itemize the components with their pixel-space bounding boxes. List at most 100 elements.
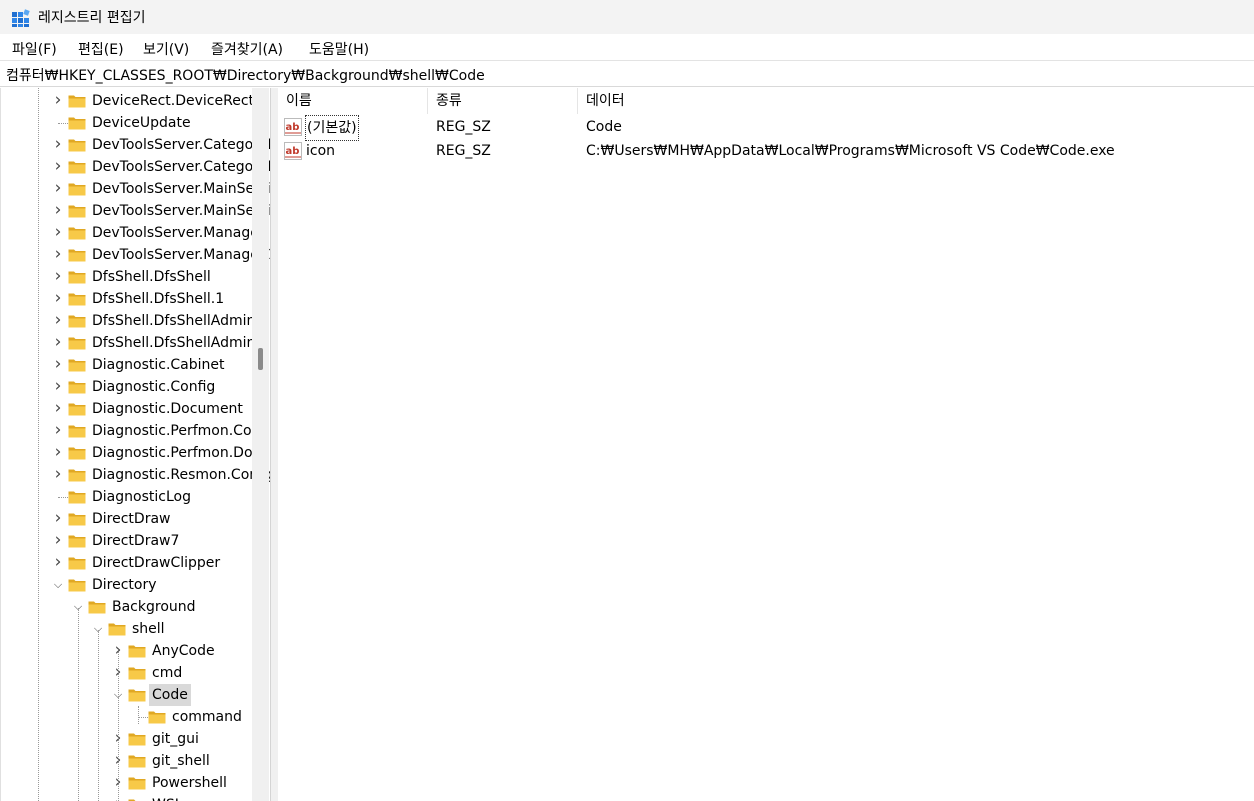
tree-item[interactable]: › DevToolsServer.MainService (1, 178, 270, 200)
tree-item[interactable]: › Diagnostic.Perfmon.Config (1, 420, 270, 442)
tree-item-label[interactable]: DeviceUpdate (89, 112, 194, 134)
chevron-right-icon[interactable]: › (51, 376, 65, 398)
tree-item[interactable]: › DevToolsServer.CategoryProvider.1 (1, 156, 270, 178)
tree-item-label[interactable]: Diagnostic.Cabinet (89, 354, 228, 376)
tree-item-label[interactable]: DevToolsServer.CategoryProvider (89, 134, 270, 156)
chevron-right-icon[interactable]: › (51, 134, 65, 156)
tree-item-label[interactable]: Diagnostic.Resmon.Config (89, 464, 270, 486)
address-bar[interactable]: 컴퓨터₩HKEY_CLASSES_ROOT₩Directory₩Backgrou… (0, 62, 1254, 87)
menu-help[interactable]: 도움말(H) (309, 39, 369, 59)
tree-item-label[interactable]: DirectDraw7 (89, 530, 182, 552)
tree-item-label[interactable]: Code (149, 684, 191, 706)
tree-item-label[interactable]: cmd (149, 662, 185, 684)
tree-item[interactable]: ⌵ Directory (1, 574, 270, 596)
tree-item[interactable]: › Diagnostic.Cabinet (1, 354, 270, 376)
tree-item-label[interactable]: DevToolsServer.MainService.1 (89, 200, 270, 222)
tree-item-label[interactable]: Diagnostic.Config (89, 376, 218, 398)
value-name[interactable]: (기본값) (305, 115, 359, 141)
chevron-right-icon[interactable]: › (51, 222, 65, 244)
address-path[interactable]: 컴퓨터₩HKEY_CLASSES_ROOT₩Directory₩Backgrou… (6, 65, 485, 85)
tree-item[interactable]: › DfsShell.DfsShell (1, 266, 270, 288)
tree-item-label[interactable]: DevToolsServer.CategoryProvider.1 (89, 156, 270, 178)
values-list[interactable]: 이름 종류 데이터 ab (기본값) REG_SZ Code ab icon R… (278, 88, 1254, 801)
chevron-right-icon[interactable]: › (51, 288, 65, 310)
tree-item-label[interactable]: Diagnostic.Perfmon.Document (89, 442, 270, 464)
tree-item[interactable]: › Diagnostic.Resmon.Config (1, 464, 270, 486)
tree-item[interactable]: › DfsShell.DfsShellAdmin.1 (1, 332, 270, 354)
tree-item-label[interactable]: Diagnostic.Document (89, 398, 246, 420)
tree-item-label[interactable]: DfsShell.DfsShellAdmin.1 (89, 332, 270, 354)
tree-item-label[interactable]: Directory (89, 574, 160, 596)
chevron-right-icon[interactable]: › (51, 200, 65, 222)
tree-item-label[interactable]: DfsShell.DfsShell.1 (89, 288, 227, 310)
tree-scrollbar[interactable] (252, 88, 269, 801)
tree-item[interactable]: › Diagnostic.Config (1, 376, 270, 398)
tree-item-label[interactable]: git_shell (149, 750, 213, 772)
tree-item-label[interactable]: Diagnostic.Perfmon.Config (89, 420, 270, 442)
tree-item[interactable]: DiagnosticLog (1, 486, 270, 508)
registry-key-tree[interactable]: › DeviceRect.DeviceRect.1 DeviceUpdate › Dev… (0, 88, 270, 801)
chevron-right-icon[interactable]: › (51, 530, 65, 552)
tree-item-label[interactable]: DeviceRect.DeviceRect.1 (89, 90, 270, 112)
tree-item-label[interactable]: DevToolsServer.Manager (89, 222, 268, 244)
column-header-type[interactable]: 종류 (428, 88, 578, 114)
menu-file[interactable]: 파일(F) (12, 39, 57, 59)
tree-item[interactable]: › git_gui (1, 728, 270, 750)
chevron-right-icon[interactable]: › (51, 420, 65, 442)
chevron-right-icon[interactable]: › (51, 398, 65, 420)
tree-item-label[interactable]: shell (129, 618, 168, 640)
chevron-right-icon[interactable]: › (51, 354, 65, 376)
chevron-right-icon[interactable]: › (51, 332, 65, 354)
chevron-right-icon[interactable]: › (51, 244, 65, 266)
chevron-right-icon[interactable]: › (51, 442, 65, 464)
tree-item[interactable]: › Diagnostic.Document (1, 398, 270, 420)
chevron-right-icon[interactable]: › (51, 266, 65, 288)
tree-item[interactable]: › DfsShell.DfsShellAdmin (1, 310, 270, 332)
tree-item[interactable]: › AnyCode (1, 640, 270, 662)
tree-item[interactable]: › DevToolsServer.Manager (1, 222, 270, 244)
tree-item-label[interactable]: DevToolsServer.MainService (89, 178, 270, 200)
menu-view[interactable]: 보기(V) (143, 39, 189, 59)
chevron-right-icon[interactable]: › (51, 90, 65, 112)
column-header-name[interactable]: 이름 (278, 88, 428, 114)
tree-item[interactable]: › DevToolsServer.MainService.1 (1, 200, 270, 222)
tree-item-label[interactable]: AnyCode (149, 640, 218, 662)
chevron-right-icon[interactable]: › (51, 552, 65, 574)
value-row[interactable]: ab (기본값) REG_SZ Code (278, 115, 1254, 141)
tree-item[interactable]: DeviceUpdate (1, 112, 270, 134)
tree-item[interactable]: › DeviceRect.DeviceRect.1 (1, 90, 270, 112)
chevron-right-icon[interactable]: › (51, 310, 65, 332)
tree-item[interactable]: › DevToolsServer.CategoryProvider (1, 134, 270, 156)
tree-item-label[interactable]: DirectDraw (89, 508, 173, 530)
tree-item[interactable]: ⌵ Background (1, 596, 270, 618)
chevron-right-icon[interactable]: › (51, 508, 65, 530)
tree-item[interactable]: ⌵ shell (1, 618, 270, 640)
tree-item[interactable]: ›WSL (1, 794, 270, 801)
tree-item-label[interactable]: git_gui (149, 728, 202, 750)
chevron-right-icon[interactable]: › (51, 178, 65, 200)
tree-item[interactable]: › DirectDraw7 (1, 530, 270, 552)
tree-item-label[interactable]: DirectDrawClipper (89, 552, 223, 574)
tree-item[interactable]: › cmd (1, 662, 270, 684)
tree-item-label[interactable]: DevToolsServer.Manager.1 (89, 244, 270, 266)
tree-scrollbar-thumb[interactable] (258, 348, 263, 370)
tree-item[interactable]: › DirectDraw (1, 508, 270, 530)
chevron-down-icon[interactable]: ⌵ (51, 574, 65, 596)
tree-item-label[interactable]: WSL (149, 794, 186, 801)
tree-item-label[interactable]: DiagnosticLog (89, 486, 194, 508)
menu-edit[interactable]: 편집(E) (78, 39, 124, 59)
tree-item[interactable]: › DfsShell.DfsShell.1 (1, 288, 270, 310)
chevron-right-icon[interactable]: › (51, 156, 65, 178)
tree-item[interactable]: › git_shell (1, 750, 270, 772)
column-header-data[interactable]: 데이터 (578, 88, 1254, 114)
tree-item[interactable]: ⌵ Code (1, 684, 270, 706)
tree-item[interactable]: command (1, 706, 270, 728)
tree-item-label[interactable]: Powershell (149, 772, 230, 794)
chevron-right-icon[interactable]: › (51, 464, 65, 486)
tree-item-label[interactable]: DfsShell.DfsShell (89, 266, 214, 288)
tree-item-label[interactable]: Background (109, 596, 199, 618)
tree-item-label[interactable]: DfsShell.DfsShellAdmin (89, 310, 258, 332)
tree-item[interactable]: › Powershell (1, 772, 270, 794)
tree-item[interactable]: › DirectDrawClipper (1, 552, 270, 574)
tree-item-label[interactable]: command (169, 706, 245, 728)
